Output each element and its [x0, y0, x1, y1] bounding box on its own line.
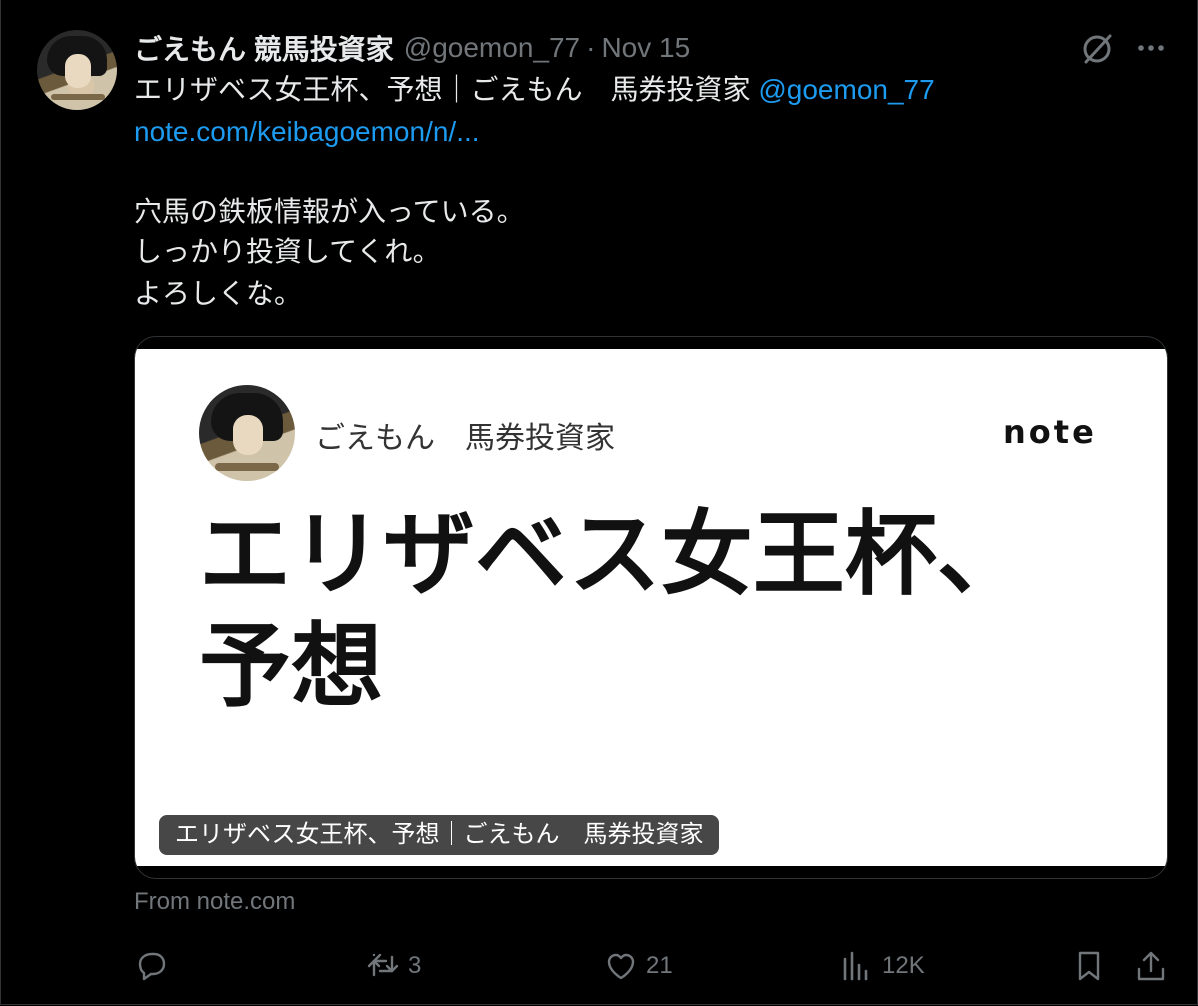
author-avatar[interactable] — [37, 30, 117, 110]
avatar-detail — [215, 463, 279, 471]
card-image: ごえもん 馬券投資家 note エリザベス女王杯、 予想 エリザベス女王杯、予想… — [135, 349, 1167, 866]
bookmark-button[interactable] — [1072, 946, 1106, 986]
views-button[interactable]: 12K — [840, 946, 925, 986]
more-options-icon[interactable] — [1136, 36, 1166, 60]
card-author-avatar — [199, 385, 295, 481]
tweet-mention-link[interactable]: @goemon_77 — [758, 74, 934, 105]
card-caption: エリザベス女王杯、予想｜ごえもん 馬券投資家 — [159, 815, 720, 855]
avatar-face — [233, 415, 263, 455]
reply-button[interactable] — [134, 946, 176, 986]
tweet-header: ごえもん 競馬投資家 @goemon_77 · Nov 15 — [134, 30, 690, 66]
retweet-button[interactable]: 3 — [366, 946, 421, 986]
tweet-line-1: エリザベス女王杯、予想｜ごえもん 馬券投資家 @goemon_77 — [134, 70, 935, 110]
author-display-name[interactable]: ごえもん 競馬投資家 — [134, 28, 394, 68]
tweet-date[interactable]: Nov 15 — [601, 32, 690, 64]
analytics-icon — [843, 951, 868, 981]
retweet-icon — [367, 953, 399, 977]
grok-icon[interactable] — [1080, 32, 1114, 66]
tweet-title-text: エリザベス女王杯、予想｜ごえもん 馬券投資家 — [134, 74, 751, 105]
card-title-line: 予想 — [199, 616, 384, 718]
view-count: 12K — [882, 952, 925, 979]
share-icon — [1137, 951, 1165, 981]
card-title: エリザベス女王杯、 予想 — [199, 499, 1099, 723]
tweet-body-line: しっかり投資してくれ。 — [134, 236, 441, 267]
tweet-body-line: 穴馬の鉄板情報が入っている。 — [134, 196, 525, 227]
share-button[interactable] — [1134, 946, 1168, 986]
reply-icon — [138, 952, 166, 981]
link-preview-card[interactable]: ごえもん 馬券投資家 note エリザベス女王杯、 予想 エリザベス女王杯、予想… — [134, 336, 1168, 879]
tweet-body-line: よろしくな。 — [134, 278, 303, 309]
card-source[interactable]: From note.com — [134, 888, 295, 916]
bookmark-icon — [1078, 951, 1100, 981]
note-logo: note — [1003, 413, 1097, 451]
card-title-line: エリザベス女王杯、 — [199, 504, 1029, 606]
heart-icon — [607, 953, 635, 980]
retweet-count: 3 — [408, 952, 422, 979]
author-handle[interactable]: @goemon_77 — [404, 32, 580, 64]
like-count: 21 — [646, 952, 673, 979]
avatar-face — [65, 54, 91, 88]
tweet-url-link[interactable]: note.com/keibagoemon/n/... — [134, 112, 480, 152]
avatar-detail — [51, 94, 105, 100]
card-author-name: ごえもん 馬券投資家 — [315, 422, 615, 455]
header-separator: · — [586, 32, 596, 63]
like-button[interactable]: 21 — [604, 946, 673, 986]
